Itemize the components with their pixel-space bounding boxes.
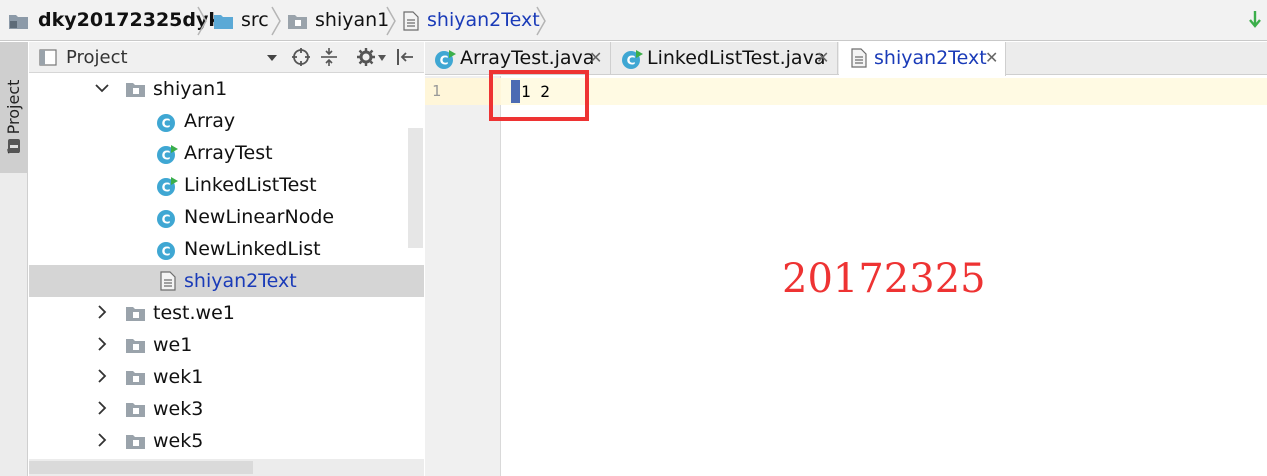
tree-item-wek1[interactable]: wek1 bbox=[29, 361, 424, 393]
class-icon: C bbox=[157, 242, 175, 260]
tree-item-label: shiyan1 bbox=[153, 78, 228, 100]
text-file-icon bbox=[160, 271, 176, 291]
tree-item-wek3[interactable]: wek3 bbox=[29, 393, 424, 425]
tree-item-label: wek5 bbox=[153, 430, 204, 452]
svg-text:C: C bbox=[162, 149, 171, 163]
editor-gutter: 1 bbox=[425, 76, 501, 476]
tree-item-wek5[interactable]: wek5 bbox=[29, 425, 424, 457]
breadcrumb-package[interactable]: shiyan1 bbox=[287, 0, 389, 41]
tree-item-label: ArrayTest bbox=[184, 142, 273, 164]
tree-item-label: LinkedListTest bbox=[184, 174, 317, 196]
chevron-right-icon[interactable] bbox=[95, 337, 109, 351]
collapse-all-icon[interactable] bbox=[319, 47, 339, 67]
tree-item-newlinkedlist[interactable]: C NewLinkedList bbox=[29, 233, 424, 265]
package-folder-icon bbox=[126, 435, 145, 449]
line-number: 1 bbox=[432, 82, 442, 100]
chevron-right-icon[interactable] bbox=[95, 369, 109, 383]
project-icon bbox=[39, 49, 57, 66]
chevron-right-icon[interactable] bbox=[95, 305, 109, 319]
breadcrumb-file-label: shiyan2Text bbox=[427, 9, 540, 31]
breadcrumb-module[interactable]: dky20172325dyk bbox=[8, 0, 221, 41]
tree-item-label: Array bbox=[184, 110, 236, 132]
tab-linkedlisttest-java[interactable]: C LinkedListTest.java ✕ bbox=[612, 42, 838, 75]
tree-item-we1[interactable]: we1 bbox=[29, 329, 424, 361]
tree-item-test-we1[interactable]: test.we1 bbox=[29, 297, 424, 329]
breadcrumb-separator-icon bbox=[197, 6, 207, 36]
module-folder-icon bbox=[9, 14, 28, 29]
tree-item-array[interactable]: C Array bbox=[29, 105, 424, 137]
svg-text:C: C bbox=[627, 54, 636, 68]
tree-item-label: NewLinkedList bbox=[184, 238, 321, 260]
package-folder-icon bbox=[288, 14, 307, 29]
class-icon: C bbox=[157, 114, 175, 132]
project-tree: shiyan1 C Array C ArrayTest C LinkedList… bbox=[29, 73, 424, 476]
settings-icon[interactable] bbox=[356, 47, 376, 67]
runnable-class-icon: C bbox=[435, 50, 456, 69]
package-folder-icon bbox=[126, 307, 145, 321]
tab-label: shiyan2Text bbox=[874, 47, 987, 69]
package-folder-icon bbox=[126, 371, 145, 385]
runnable-class-icon: C bbox=[157, 145, 178, 164]
tree-item-linkedlisttest[interactable]: C LinkedListTest bbox=[29, 169, 424, 201]
breadcrumb-package-label: shiyan1 bbox=[315, 9, 390, 31]
annotation-highlight-box bbox=[489, 70, 589, 121]
package-folder-icon bbox=[126, 403, 145, 417]
close-tab-icon[interactable]: ✕ bbox=[589, 50, 602, 66]
svg-text:C: C bbox=[162, 117, 171, 131]
tree-item-shiyan1[interactable]: shiyan1 bbox=[29, 73, 424, 105]
project-view-selector[interactable]: Project bbox=[66, 42, 128, 73]
breadcrumb-src[interactable]: src bbox=[213, 0, 269, 41]
svg-text:C: C bbox=[162, 213, 171, 227]
tree-item-newlinearnode[interactable]: C NewLinearNode bbox=[29, 201, 424, 233]
settings-dropdown-icon[interactable] bbox=[378, 55, 386, 61]
tab-shiyan2text[interactable]: shiyan2Text ✕ bbox=[839, 42, 1006, 76]
tree-item-label: we1 bbox=[153, 334, 193, 356]
editor-area[interactable]: 1 1 2 20172325 bbox=[425, 70, 1267, 476]
annotation-student-id: 20172325 bbox=[782, 256, 986, 302]
close-tab-icon[interactable]: ✕ bbox=[816, 50, 829, 66]
svg-text:C: C bbox=[162, 245, 171, 259]
breadcrumb-src-label: src bbox=[241, 9, 269, 31]
breadcrumb-separator-icon bbox=[271, 6, 281, 36]
tree-item-shiyan2text[interactable]: shiyan2Text bbox=[29, 265, 424, 297]
tree-item-label: NewLinearNode bbox=[184, 206, 335, 228]
close-tab-icon[interactable]: ✕ bbox=[985, 50, 998, 66]
hide-icon[interactable] bbox=[395, 47, 415, 67]
navigation-bar: dky20172325dyk src shiyan1 shiyan2Text bbox=[0, 0, 1267, 41]
project-window-icon bbox=[8, 139, 20, 153]
chevron-right-icon[interactable] bbox=[95, 433, 109, 447]
svg-text:C: C bbox=[440, 54, 449, 68]
package-folder-icon bbox=[126, 83, 145, 97]
tree-item-label: wek1 bbox=[153, 366, 204, 388]
source-folder-icon bbox=[214, 14, 233, 29]
svg-text:C: C bbox=[162, 181, 171, 195]
breadcrumb-module-label: dky20172325dyk bbox=[38, 9, 222, 31]
horizontal-scrollbar[interactable] bbox=[29, 459, 424, 476]
tree-item-label: wek3 bbox=[153, 398, 204, 420]
breadcrumb-file[interactable]: shiyan2Text bbox=[403, 0, 540, 41]
tree-item-arraytest[interactable]: C ArrayTest bbox=[29, 137, 424, 169]
tool-window-stripe: 1: Project bbox=[0, 42, 28, 476]
text-file-icon bbox=[851, 48, 867, 68]
vertical-scrollbar[interactable] bbox=[408, 128, 423, 248]
tab-label: LinkedListTest.java bbox=[647, 47, 826, 69]
text-file-icon bbox=[403, 10, 419, 31]
horizontal-scrollbar-thumb[interactable] bbox=[29, 461, 253, 474]
chevron-right-icon[interactable] bbox=[95, 401, 109, 415]
chevron-down-icon[interactable] bbox=[95, 81, 109, 95]
project-toolwindow-header: Project bbox=[29, 42, 424, 73]
runnable-class-icon: C bbox=[157, 177, 178, 196]
package-folder-icon bbox=[126, 339, 145, 353]
locate-icon[interactable] bbox=[291, 47, 311, 67]
download-arrow-icon[interactable] bbox=[1249, 10, 1261, 28]
runnable-class-icon: C bbox=[622, 50, 643, 69]
dropdown-arrow-icon[interactable] bbox=[266, 54, 278, 62]
breadcrumb-separator-icon bbox=[536, 6, 546, 36]
breadcrumb-separator-icon bbox=[386, 6, 396, 36]
tree-item-label: shiyan2Text bbox=[184, 270, 297, 292]
tree-item-label: test.we1 bbox=[153, 302, 235, 324]
class-icon: C bbox=[157, 210, 175, 228]
project-stripe-button[interactable]: 1: Project bbox=[0, 42, 28, 173]
